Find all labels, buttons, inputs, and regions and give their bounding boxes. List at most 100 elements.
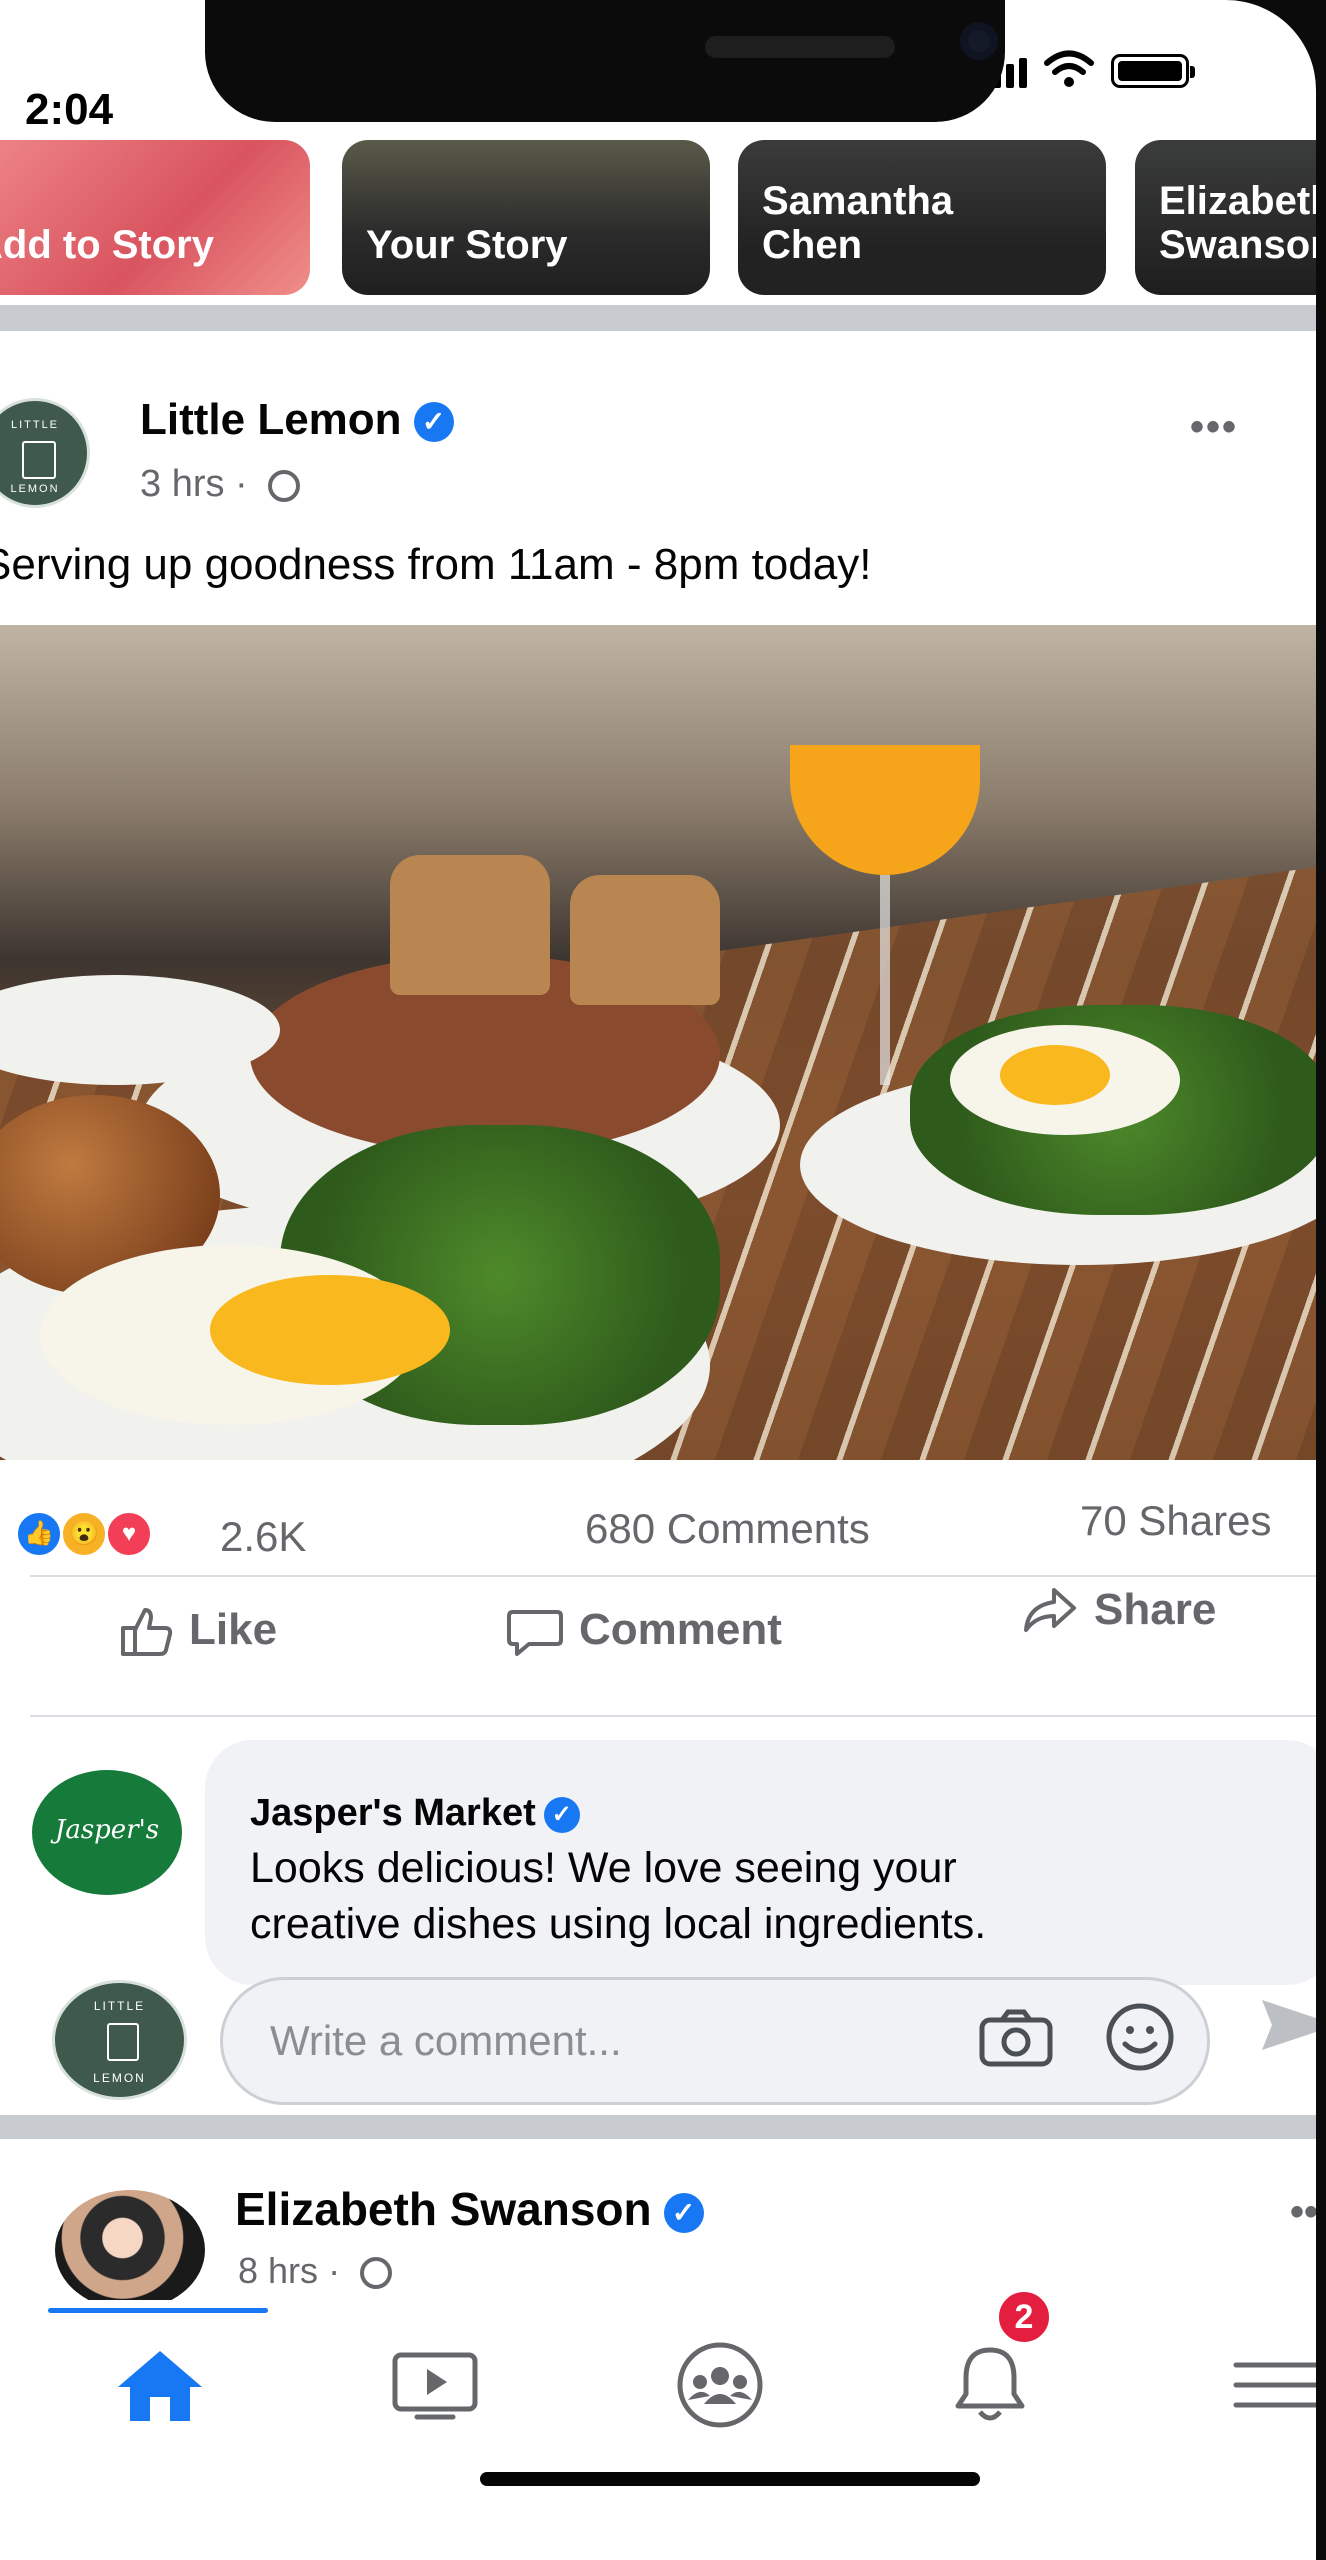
- story-your[interactable]: Your Story: [342, 140, 710, 295]
- camera-icon[interactable]: [978, 2008, 1054, 2068]
- story-label: Samantha Chen: [762, 179, 954, 267]
- comment-line: Looks delicious! We love seeing your: [250, 1844, 957, 1892]
- status-time: 2:04: [25, 85, 114, 134]
- page-avatar[interactable]: LITTLE LEMON: [0, 398, 90, 508]
- phone-notch: [205, 0, 1005, 122]
- composer-avatar: LITTLE LEMON: [52, 1980, 187, 2100]
- watch-icon: [392, 2352, 478, 2420]
- photo-glass-stem: [880, 875, 890, 1085]
- stories-tray: Add to Story Your Story Samantha Chen El…: [0, 140, 1316, 330]
- divider-line: [30, 1575, 1316, 1577]
- like-button[interactable]: Like: [115, 1600, 277, 1660]
- reactions-count[interactable]: 2.6K: [220, 1513, 306, 1561]
- comment-input[interactable]: [268, 2010, 972, 2072]
- story-label: Add to Story: [0, 223, 214, 267]
- share-label: Share: [1094, 1585, 1217, 1634]
- tab-groups[interactable]: [660, 2330, 780, 2440]
- front-camera: [960, 22, 998, 60]
- comments-count[interactable]: 680 Comments: [585, 1505, 870, 1553]
- divider-line: [30, 1715, 1316, 1717]
- home-icon: [118, 2351, 202, 2421]
- photo-yolk: [1000, 1045, 1110, 1105]
- more-options-icon[interactable]: ••: [1290, 2190, 1316, 2235]
- story-label: Your Story: [366, 223, 568, 267]
- post-time: 8 hrs: [238, 2250, 319, 2291]
- more-options-icon[interactable]: •••: [1190, 405, 1238, 450]
- section-divider: [0, 2115, 1316, 2139]
- avatar-text-top: LITTLE: [93, 1999, 146, 2013]
- screen: 2:04 Add to Story Your Story Samantha Ch…: [0, 0, 1316, 2560]
- emoji-icon[interactable]: [1103, 2000, 1177, 2074]
- comment-composer: LITTLE LEMON: [0, 1955, 1316, 2105]
- tab-watch[interactable]: [375, 2330, 495, 2440]
- comment-button[interactable]: Comment: [505, 1600, 782, 1660]
- section-divider: [0, 305, 1316, 331]
- comment-icon: [507, 1610, 563, 1656]
- lemon-logo-icon: [107, 2023, 139, 2061]
- comment-input-wrapper: [220, 1977, 1210, 2105]
- phone-frame: 2:04 Add to Story Your Story Samantha Ch…: [0, 0, 1326, 2560]
- story-samantha-chen[interactable]: Samantha Chen: [738, 140, 1106, 295]
- speaker-grille: [705, 36, 895, 58]
- home-indicator[interactable]: [480, 2472, 980, 2486]
- story-elizabeth-swanson[interactable]: Elizabeth Swanson: [1135, 140, 1316, 295]
- active-tab-indicator: [48, 2308, 268, 2313]
- author-avatar[interactable]: [55, 2190, 205, 2310]
- tab-notifications[interactable]: [930, 2330, 1050, 2440]
- comment-bubble[interactable]: Jasper's Market ✓ Looks delicious! We lov…: [205, 1740, 1316, 1985]
- photo-bread: [390, 855, 550, 995]
- avatar-text-bottom: LEMON: [93, 2071, 146, 2085]
- send-icon[interactable]: [1252, 1980, 1316, 2070]
- meta-separator: ·: [235, 463, 248, 505]
- meta-separator: ·: [328, 2250, 341, 2291]
- reaction-love-icon: ♥: [105, 1510, 153, 1558]
- engagement-counts: 👍 😮 ♥ 2.6K 680 Comments 70 Shares: [0, 1475, 1316, 1565]
- post-meta: 8 hrs ·: [238, 2250, 393, 2292]
- post-time: 3 hrs: [140, 463, 225, 505]
- photo-juice: [790, 745, 980, 875]
- story-add[interactable]: Add to Story: [0, 140, 310, 295]
- post-author-name: Little Lemon: [140, 395, 402, 444]
- groups-icon: [677, 2342, 763, 2428]
- verified-icon: ✓: [663, 2192, 704, 2233]
- share-button[interactable]: Share: [1020, 1580, 1216, 1640]
- status-icons: [980, 50, 1195, 88]
- avatar-text-bottom: LEMON: [10, 483, 60, 495]
- post-author[interactable]: Elizabeth Swanson ✓: [235, 2182, 704, 2236]
- avatar-text-top: LITTLE: [10, 419, 60, 431]
- commenter-name: Jasper's Market ✓: [250, 1792, 580, 1835]
- comment-text: Looks delicious! We love seeing your cre…: [250, 1840, 986, 1952]
- post-actions: Like Comment Share: [0, 1580, 1316, 1690]
- reaction-wow-icon: 😮: [60, 1510, 108, 1558]
- commenter-avatar[interactable]: Jasper's: [32, 1770, 182, 1895]
- tab-bar: [0, 2300, 1316, 2480]
- post-meta: 3 hrs ·: [140, 463, 301, 506]
- post-author[interactable]: Little Lemon ✓: [140, 395, 454, 445]
- photo-yolk: [210, 1275, 450, 1385]
- story-label: Elizabeth Swanson: [1159, 179, 1316, 267]
- wifi-icon: [1044, 50, 1094, 87]
- post-text: Serving up goodness from 11am - 8pm toda…: [0, 540, 872, 589]
- battery-icon: [1111, 54, 1195, 88]
- shares-count[interactable]: 70 Shares: [1080, 1497, 1271, 1545]
- comment-label: Comment: [579, 1605, 782, 1654]
- notifications-icon: [955, 2347, 1025, 2421]
- notification-badge: 2: [995, 2288, 1053, 2346]
- menu-icon: [1233, 2362, 1316, 2408]
- post-author-name: Elizabeth Swanson: [235, 2183, 652, 2235]
- tab-menu[interactable]: [1210, 2330, 1316, 2440]
- tab-home[interactable]: [100, 2330, 220, 2440]
- globe-icon: [268, 469, 301, 502]
- photo-bread: [570, 875, 720, 1005]
- reaction-like-icon: 👍: [15, 1510, 63, 1558]
- verified-icon: ✓: [413, 402, 454, 443]
- globe-icon: [360, 2257, 393, 2290]
- commenter-name-text: Jasper's Market: [250, 1792, 536, 1834]
- comment-line: creative dishes using local ingredients.: [250, 1900, 987, 1948]
- verified-icon: ✓: [543, 1796, 580, 1833]
- like-icon: [121, 1608, 173, 1656]
- post-photo[interactable]: [0, 625, 1316, 1460]
- share-icon: [1024, 1588, 1076, 1632]
- lemon-logo-icon: [22, 441, 56, 479]
- like-label: Like: [189, 1605, 278, 1654]
